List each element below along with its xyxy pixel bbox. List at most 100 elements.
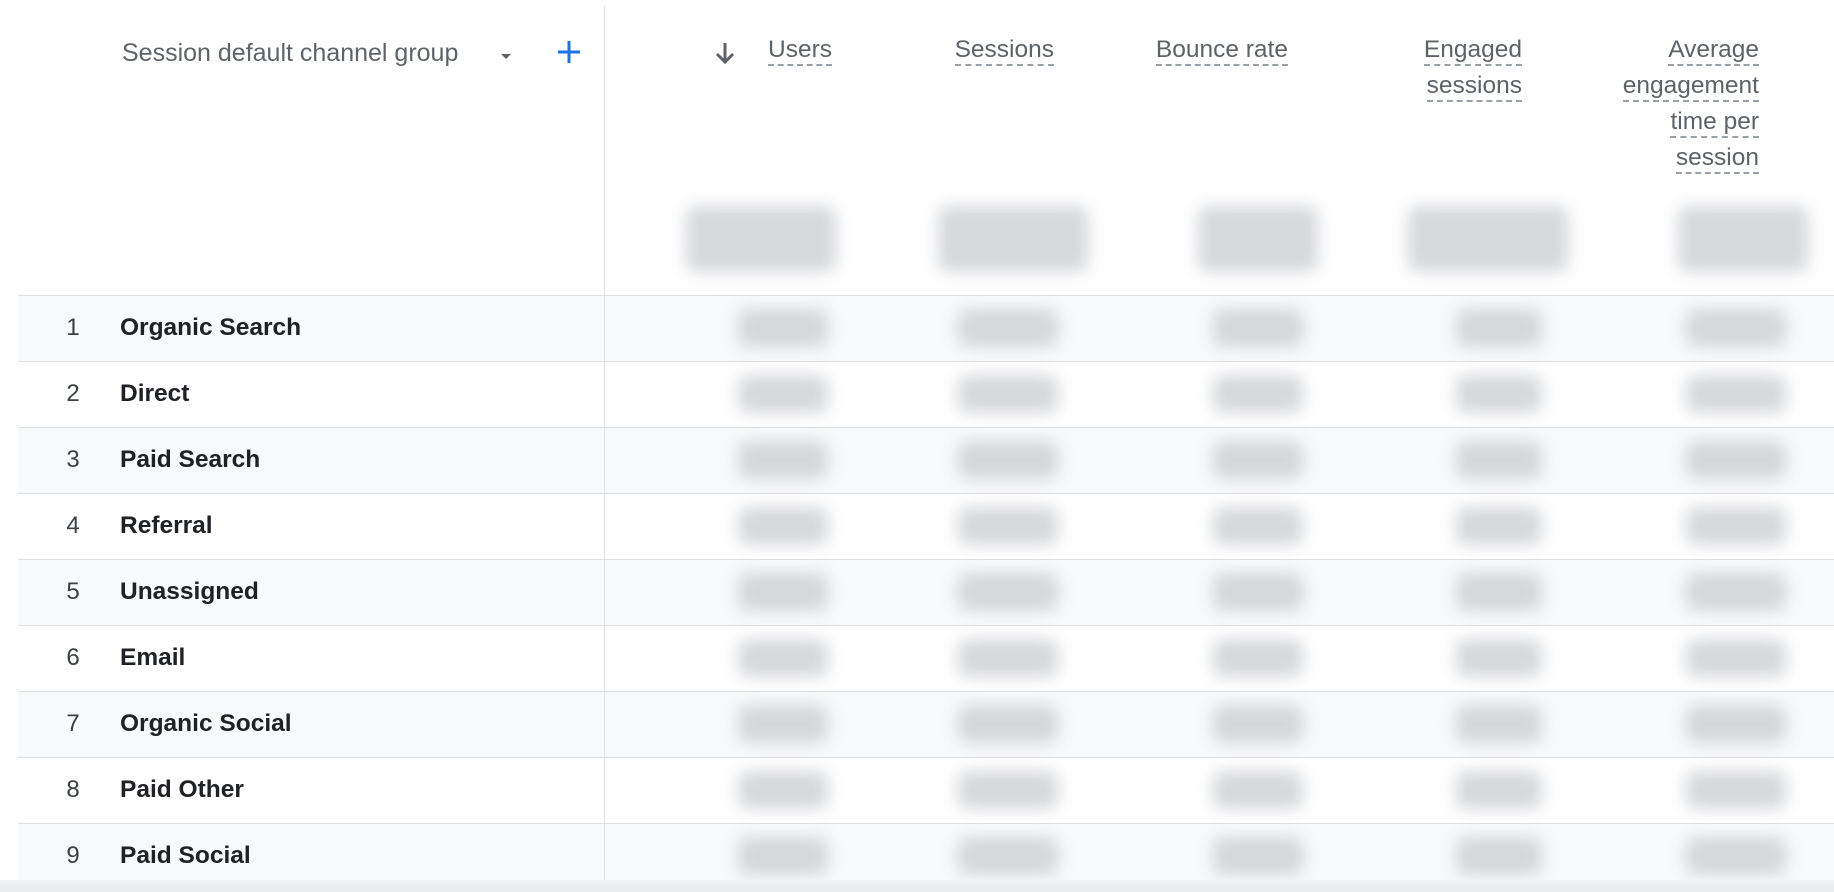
row-channel-name[interactable]: Organic Search — [120, 314, 301, 342]
row-channel-name[interactable]: Email — [120, 644, 185, 672]
bounce-rate-value-blurred — [1213, 639, 1303, 677]
row-rank: 7 — [66, 710, 80, 737]
users-value-blurred — [738, 573, 828, 611]
bounce-rate-value-blurred — [1213, 375, 1303, 413]
users-value-blurred — [738, 837, 828, 875]
engaged-sessions-value-blurred — [1456, 639, 1542, 677]
row-rank: 8 — [66, 776, 80, 803]
engaged-sessions-value-blurred — [1456, 837, 1542, 875]
avg-engagement-column-header[interactable]: Average engagement time per session — [1622, 32, 1759, 176]
sessions-value-blurred — [958, 375, 1058, 413]
users-header-label: Users — [768, 36, 832, 66]
sessions-value-blurred — [958, 309, 1058, 347]
arrow-down-icon[interactable] — [714, 40, 736, 66]
table-row[interactable]: 4 Referral — [18, 494, 1834, 560]
table-row[interactable]: 6 Email — [18, 626, 1834, 692]
avg-engagement-value-blurred — [1686, 507, 1786, 545]
sessions-value-blurred — [958, 705, 1058, 743]
bounce-rate-value-blurred — [1213, 837, 1303, 875]
engaged-sessions-value-blurred — [1456, 771, 1542, 809]
avg-engagement-value-blurred — [1686, 309, 1786, 347]
avg-engagement-value-blurred — [1686, 639, 1786, 677]
avg-engagement-value-blurred — [1686, 441, 1786, 479]
users-column-header[interactable]: Users — [768, 32, 832, 68]
table-row[interactable]: 7 Organic Social — [18, 692, 1834, 758]
sessions-header-label: Sessions — [954, 36, 1054, 66]
avg-engagement-header-line-4: session — [1675, 144, 1759, 174]
row-dimension-cell: 7 Organic Social — [18, 692, 605, 757]
row-channel-name[interactable]: Referral — [120, 512, 213, 540]
row-rank: 2 — [66, 380, 80, 407]
row-dimension-cell: 5 Unassigned — [18, 560, 605, 625]
row-channel-name[interactable]: Paid Other — [120, 776, 244, 804]
table-row[interactable]: 3 Paid Search — [18, 428, 1834, 494]
add-dimension-button[interactable] — [554, 37, 584, 67]
row-dimension-cell: 1 Organic Search — [18, 296, 605, 361]
dimension-label: Session default channel group — [122, 39, 459, 67]
sessions-value-blurred — [958, 837, 1058, 875]
row-channel-name[interactable]: Organic Social — [120, 710, 292, 738]
bounce-rate-value-blurred — [1213, 507, 1303, 545]
bounce-rate-value-blurred — [1213, 441, 1303, 479]
row-channel-name[interactable]: Unassigned — [120, 578, 259, 606]
users-value-blurred — [738, 441, 828, 479]
avg-engagement-value-blurred — [1686, 573, 1786, 611]
bounce-rate-value-blurred — [1213, 705, 1303, 743]
avg-engagement-value-blurred — [1686, 771, 1786, 809]
dimension-header: Session default channel group — [18, 6, 605, 295]
bounce-rate-header-label: Bounce rate — [1155, 36, 1288, 66]
avg-engagement-value-blurred — [1686, 837, 1786, 875]
sessions-value-blurred — [958, 441, 1058, 479]
users-value-blurred — [738, 705, 828, 743]
table-header: Session default channel group Users Sess… — [18, 6, 1834, 296]
table-row[interactable]: 8 Paid Other — [18, 758, 1834, 824]
report-table: Session default channel group Users Sess… — [18, 6, 1834, 890]
engaged-sessions-value-blurred — [1456, 309, 1542, 347]
engaged-sessions-value-blurred — [1456, 441, 1542, 479]
table-row[interactable]: 5 Unassigned — [18, 560, 1834, 626]
row-rank: 6 — [66, 644, 80, 671]
table-row[interactable]: 2 Direct — [18, 362, 1834, 428]
bounce-rate-value-blurred — [1213, 573, 1303, 611]
table-body: 1 Organic Search 2 Direct 3 Paid Search 4 Refer… — [18, 296, 1834, 890]
bounce-rate-value-blurred — [1213, 309, 1303, 347]
users-total-blurred — [686, 206, 836, 272]
scroll-edge — [0, 880, 1834, 892]
engaged-sessions-value-blurred — [1456, 573, 1542, 611]
row-rank: 1 — [66, 314, 80, 341]
sessions-total-blurred — [938, 206, 1088, 272]
row-channel-name[interactable]: Paid Search — [120, 446, 260, 474]
row-rank: 5 — [66, 578, 80, 605]
users-value-blurred — [738, 639, 828, 677]
bounce-rate-total-blurred — [1198, 206, 1318, 272]
row-dimension-cell: 2 Direct — [18, 362, 605, 427]
row-dimension-cell: 4 Referral — [18, 494, 605, 559]
avg-engagement-value-blurred — [1686, 375, 1786, 413]
row-dimension-cell: 6 Email — [18, 626, 605, 691]
table-row[interactable]: 1 Organic Search — [18, 296, 1834, 362]
avg-engagement-value-blurred — [1686, 705, 1786, 743]
bounce-rate-column-header[interactable]: Bounce rate — [1155, 32, 1288, 68]
sessions-value-blurred — [958, 573, 1058, 611]
users-value-blurred — [738, 309, 828, 347]
engaged-sessions-value-blurred — [1456, 375, 1542, 413]
dropdown-arrow-icon[interactable] — [494, 44, 518, 68]
engaged-sessions-value-blurred — [1456, 507, 1542, 545]
row-channel-name[interactable]: Paid Social — [120, 842, 251, 870]
bounce-rate-value-blurred — [1213, 771, 1303, 809]
users-value-blurred — [738, 375, 828, 413]
sessions-column-header[interactable]: Sessions — [954, 32, 1054, 68]
engaged-sessions-header-line-2: sessions — [1426, 72, 1522, 102]
engaged-sessions-total-blurred — [1408, 206, 1568, 272]
sessions-value-blurred — [958, 771, 1058, 809]
row-dimension-cell: 3 Paid Search — [18, 428, 605, 493]
users-value-blurred — [738, 771, 828, 809]
sessions-value-blurred — [958, 507, 1058, 545]
sessions-value-blurred — [958, 639, 1058, 677]
engaged-sessions-header-line-1: Engaged — [1423, 36, 1522, 66]
row-rank: 4 — [66, 512, 80, 539]
row-rank: 9 — [66, 842, 80, 869]
engaged-sessions-column-header[interactable]: Engaged sessions — [1423, 32, 1522, 104]
avg-engagement-total-blurred — [1678, 206, 1808, 272]
row-channel-name[interactable]: Direct — [120, 380, 189, 408]
